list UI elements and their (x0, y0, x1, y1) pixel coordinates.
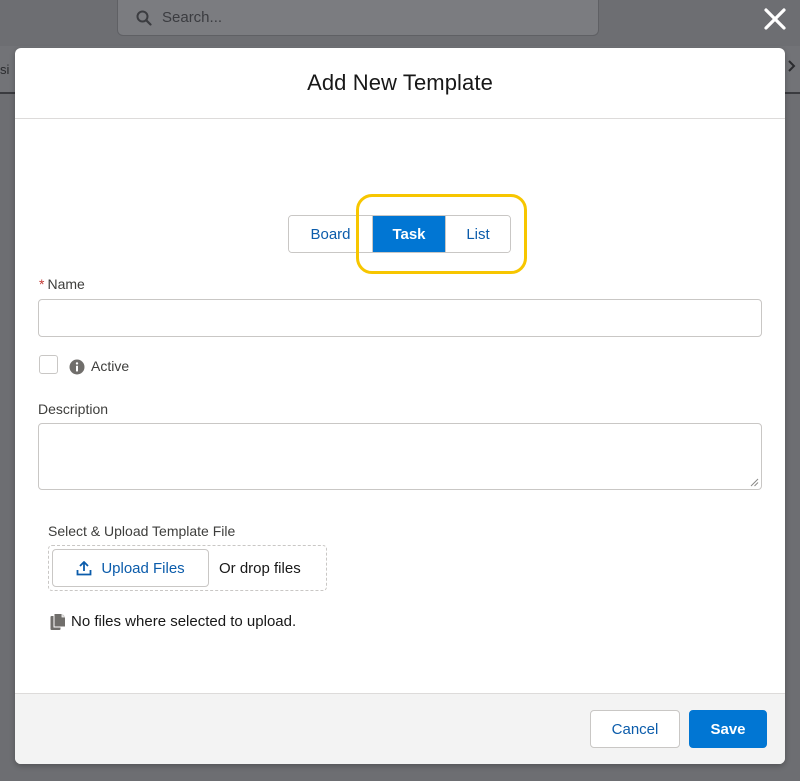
resize-grip-icon[interactable] (750, 478, 759, 487)
description-label: Description (38, 401, 109, 417)
chevron-right-icon (784, 56, 800, 80)
modal-header: Add New Template (15, 48, 785, 119)
info-icon (69, 359, 85, 375)
name-input[interactable] (38, 299, 762, 337)
search-icon (136, 10, 152, 26)
background-tab-fragment: si (0, 62, 10, 77)
upload-files-button[interactable]: Upload Files (52, 549, 209, 587)
upload-icon (76, 561, 92, 576)
active-checkbox[interactable] (39, 355, 58, 374)
required-asterisk: * (39, 276, 45, 292)
add-template-modal: Add New Template Board Task List * Name A… (15, 48, 785, 764)
upload-files-label: Upload Files (101, 559, 185, 577)
modal-footer: Cancel Save (15, 693, 785, 764)
file-icon (50, 613, 66, 630)
close-icon (764, 8, 786, 30)
description-textarea[interactable] (38, 423, 762, 490)
close-modal-button[interactable] (761, 5, 789, 33)
file-dropzone[interactable]: Upload Files Or drop files (48, 545, 327, 591)
upload-label: Select & Upload Template File (48, 523, 236, 539)
save-button[interactable]: Save (689, 710, 767, 748)
active-label: Active (91, 358, 130, 374)
name-label-text: Name (47, 276, 85, 292)
background-search-bar: Search... (117, 0, 599, 36)
modal-title: Add New Template (307, 70, 493, 95)
highlight-annotation (356, 194, 527, 274)
upload-status-text: No files where selected to upload. (71, 613, 297, 630)
cancel-button[interactable]: Cancel (590, 710, 680, 748)
name-label: * Name (39, 276, 85, 292)
drop-files-text: Or drop files (219, 560, 301, 577)
background-search-placeholder: Search... (162, 9, 223, 26)
modal-body: Board Task List * Name Active Description… (15, 119, 785, 693)
